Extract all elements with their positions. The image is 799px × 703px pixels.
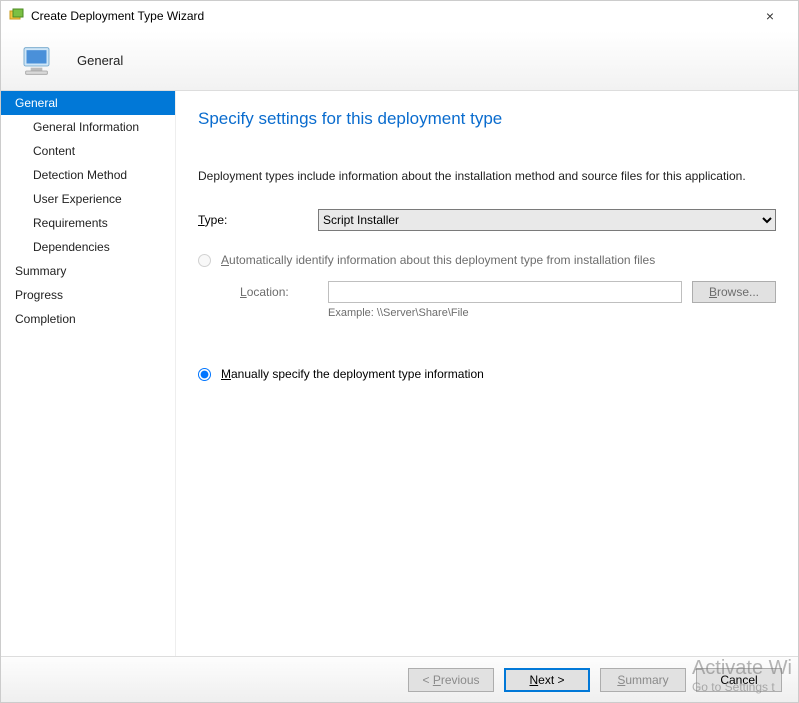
summary-button[interactable]: Summary (600, 668, 686, 692)
type-row: Type: Script Installer (198, 209, 776, 231)
banner: General (1, 31, 798, 91)
window-title: Create Deployment Type Wizard (31, 9, 750, 23)
auto-identify-row: Automatically identify information about… (198, 253, 776, 267)
titlebar: Create Deployment Type Wizard × (1, 1, 798, 31)
sidebar-step-content[interactable]: Content (1, 139, 175, 163)
sidebar-step-completion[interactable]: Completion (1, 307, 175, 331)
page-description: Deployment types include information abo… (198, 169, 776, 183)
location-input[interactable] (328, 281, 682, 303)
sidebar-step-general-information[interactable]: General Information (1, 115, 175, 139)
auto-identify-label: Automatically identify information about… (221, 253, 655, 267)
location-example: Example: \\Server\Share\File (328, 307, 776, 319)
previous-button[interactable]: < Previous (408, 668, 494, 692)
cancel-button[interactable]: Cancel (696, 668, 782, 692)
browse-button[interactable]: Browse... (692, 281, 776, 303)
auto-identify-radio[interactable] (198, 254, 211, 267)
sidebar-step-user-experience[interactable]: User Experience (1, 187, 175, 211)
content-pane: Specify settings for this deployment typ… (176, 91, 798, 656)
manual-specify-label: Manually specify the deployment type inf… (221, 367, 484, 381)
manual-specify-radio[interactable] (198, 368, 211, 381)
sidebar-step-summary[interactable]: Summary (1, 259, 175, 283)
banner-title: General (77, 53, 123, 68)
sidebar-step-general[interactable]: General (1, 91, 175, 115)
body: General General Information Content Dete… (1, 91, 798, 656)
computer-icon (19, 41, 59, 81)
page-heading: Specify settings for this deployment typ… (198, 109, 776, 129)
app-icon (9, 8, 25, 24)
type-select[interactable]: Script Installer (318, 209, 776, 231)
type-label: Type: (198, 213, 318, 227)
sidebar: General General Information Content Dete… (1, 91, 176, 656)
location-label: Location: (240, 285, 318, 299)
sidebar-step-dependencies[interactable]: Dependencies (1, 235, 175, 259)
location-row: Location: Browse... (240, 281, 776, 303)
next-button[interactable]: Next > (504, 668, 590, 692)
manual-specify-row: Manually specify the deployment type inf… (198, 367, 776, 381)
close-button[interactable]: × (750, 8, 790, 24)
sidebar-step-progress[interactable]: Progress (1, 283, 175, 307)
sidebar-step-requirements[interactable]: Requirements (1, 211, 175, 235)
wizard-window: Create Deployment Type Wizard × General … (0, 0, 799, 703)
sidebar-step-detection-method[interactable]: Detection Method (1, 163, 175, 187)
footer: < Previous Next > Summary Cancel (1, 656, 798, 702)
